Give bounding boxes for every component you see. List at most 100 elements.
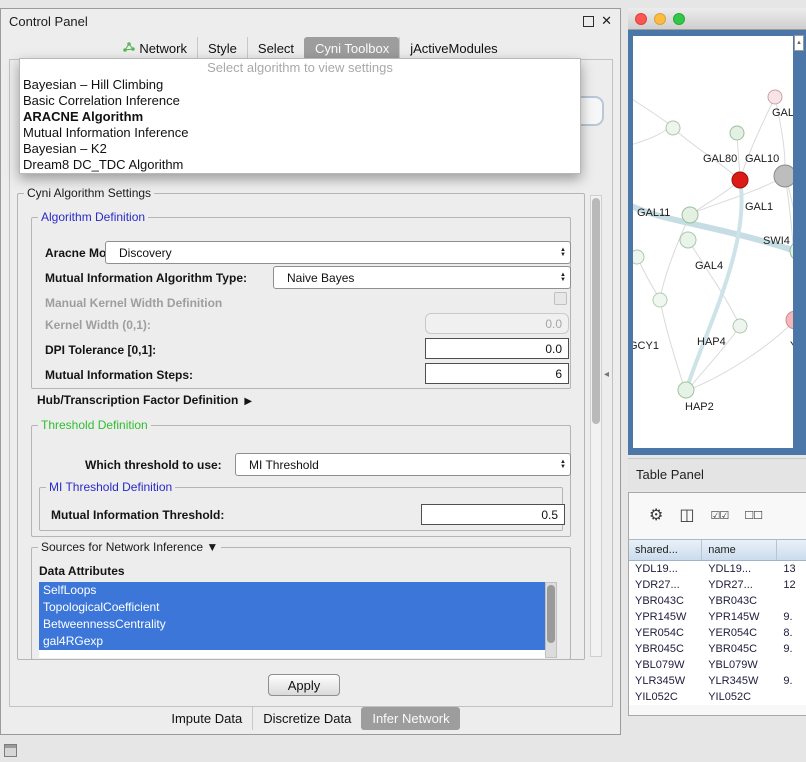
mi-algorithm-type-select[interactable]: Naive Bayes ▲▼ (273, 266, 571, 289)
network-node-red[interactable] (732, 172, 748, 188)
network-canvas[interactable]: GAL GAL80 GAL10 GAL11 GAL1 SWI4 GAL4 GCY… (633, 36, 793, 448)
algorithm-option[interactable]: Mutual Information Inference (20, 125, 580, 141)
node-label: GAL11 (637, 207, 670, 219)
float-window-icon[interactable] (583, 16, 594, 27)
network-node[interactable] (666, 121, 680, 135)
tab-jactivemodules[interactable]: jActiveModules (399, 37, 507, 60)
select-all-checkboxes-icon[interactable]: ☑☑ (710, 508, 728, 524)
bottom-tabbar: Impute Data Discretize Data Infer Networ… (1, 707, 620, 730)
zoom-traffic-light[interactable] (673, 13, 685, 25)
table-row[interactable]: YBL079W YBL079W (629, 657, 806, 673)
network-node[interactable] (768, 90, 782, 104)
mi-steps-field[interactable]: 6 (425, 363, 569, 384)
aracne-mode-select[interactable]: Discovery ▲▼ (105, 241, 571, 264)
column-header[interactable]: name (702, 540, 777, 560)
tab-cyni-toolbox[interactable]: Cyni Toolbox (304, 37, 399, 60)
node-label: SWI4 (763, 235, 790, 247)
combo-arrows-icon: ▲▼ (560, 273, 566, 283)
group-title: Threshold Definition (38, 418, 151, 432)
attribute-item[interactable]: SelfLoops (39, 582, 545, 599)
minimize-traffic-light[interactable] (654, 13, 666, 25)
control-panel-tabbar: Network Style Select Cyni Toolbox jActiv… (1, 37, 620, 60)
table-row[interactable]: YDR27... YDR27... 12 (629, 577, 806, 593)
algorithm-option[interactable]: Dream8 DC_TDC Algorithm (20, 157, 580, 173)
panel-splitter-arrow-icon[interactable]: ◂ (604, 369, 609, 380)
attribute-item[interactable]: gal4RGexp (39, 633, 545, 650)
attribute-item[interactable]: BetweennessCentrality (39, 616, 545, 633)
manual-kernel-width-checkbox[interactable] (554, 292, 567, 305)
group-title: Algorithm Definition (38, 210, 148, 224)
hub-definition-toggle[interactable]: Hub/Transcription Factor Definition▶ (37, 393, 252, 409)
tab-infer-network[interactable]: Infer Network (361, 707, 459, 730)
window-title: Control Panel (9, 14, 88, 29)
table-panel-window: ⚙ ◫ ☑☑ ☐☐ shared... name YDL19... YDL19.… (628, 492, 806, 716)
close-icon[interactable]: ✕ (601, 15, 612, 27)
network-node[interactable] (633, 250, 644, 264)
control-panel-titlebar: Control Panel ✕ (1, 9, 620, 33)
network-node[interactable] (653, 293, 667, 307)
table-panel-title: Table Panel (636, 467, 704, 482)
settings-scrollbar-thumb[interactable] (592, 198, 600, 424)
network-node[interactable] (682, 207, 698, 223)
network-window-titlebar (628, 8, 806, 30)
tab-network[interactable]: Network (113, 37, 197, 60)
table-row[interactable]: YBR045C YBR045C 9. (629, 641, 806, 657)
algorithm-option[interactable]: Bayesian – K2 (20, 141, 580, 157)
kernel-width-field[interactable]: 0.0 (425, 313, 569, 334)
algorithm-dropdown-popup: Select algorithm to view settings Bayesi… (19, 58, 581, 174)
node-label: GAL (772, 107, 793, 119)
clear-all-checkboxes-icon[interactable]: ☐☐ (744, 508, 762, 524)
tab-select[interactable]: Select (247, 37, 304, 60)
apply-button[interactable]: Apply (268, 674, 340, 696)
table-row[interactable]: YIL052C YIL052C (629, 689, 806, 705)
network-node[interactable] (730, 126, 744, 140)
table-body[interactable]: YDL19... YDL19... 13 YDR27... YDR27... 1… (629, 561, 806, 705)
control-panel-window: Control Panel ✕ Network Style Select Cyn… (0, 8, 621, 735)
mi-algorithm-type-label: Mutual Information Algorithm Type: (45, 271, 247, 285)
close-traffic-light[interactable] (635, 13, 647, 25)
which-threshold-label: Which threshold to use: (85, 458, 222, 472)
mi-threshold-field[interactable]: 0.5 (421, 504, 565, 525)
network-node[interactable] (790, 241, 793, 261)
network-scrollbar[interactable]: ▲ (794, 35, 804, 51)
node-label: GAL1 (745, 201, 773, 213)
node-label: GAL10 (745, 153, 779, 165)
algorithm-option[interactable]: Basic Correlation Inference (20, 93, 580, 109)
attribute-item[interactable]: TopologicalCoefficient (39, 599, 545, 616)
table-row[interactable]: YLR345W YLR345W 9. (629, 673, 806, 689)
node-label: HAP4 (697, 336, 726, 348)
columns-icon[interactable]: ◫ (679, 508, 694, 524)
network-node-pink[interactable] (786, 311, 793, 329)
algorithm-option-selected[interactable]: ARACNE Algorithm (20, 109, 580, 125)
table-row[interactable]: YBR043C YBR043C (629, 593, 806, 609)
network-node[interactable] (680, 232, 696, 248)
window-controls: ✕ (583, 15, 612, 27)
tab-style[interactable]: Style (197, 37, 247, 60)
dock-window-icon[interactable] (4, 744, 17, 757)
network-node[interactable] (678, 382, 694, 398)
node-label: Y (790, 340, 793, 352)
network-node[interactable] (774, 165, 793, 187)
settings-scrollbar[interactable] (590, 195, 602, 657)
network-node-labels: GAL GAL80 GAL10 GAL11 GAL1 SWI4 GAL4 GCY… (633, 107, 793, 413)
which-threshold-select[interactable]: MI Threshold ▲▼ (235, 453, 571, 476)
attributes-scrollbar-thumb[interactable] (547, 585, 555, 643)
tab-impute-data[interactable]: Impute Data (161, 707, 252, 730)
tab-discretize-data[interactable]: Discretize Data (252, 707, 361, 730)
column-header[interactable]: shared... (629, 540, 702, 560)
table-toolbar: ⚙ ◫ ☑☑ ☐☐ (629, 493, 806, 539)
table-row[interactable]: YER054C YER054C 8. (629, 625, 806, 641)
data-attributes-list[interactable]: SelfLoops TopologicalCoefficient Between… (39, 582, 557, 658)
network-graph[interactable]: GAL GAL80 GAL10 GAL11 GAL1 SWI4 GAL4 GCY… (633, 36, 793, 448)
attributes-scrollbar[interactable] (545, 582, 557, 658)
combo-arrows-icon: ▲▼ (560, 248, 566, 258)
sources-toggle[interactable]: Sources for Network Inference ▼ (38, 540, 221, 554)
gear-icon[interactable]: ⚙ (649, 508, 663, 524)
table-row[interactable]: YDL19... YDL19... 13 (629, 561, 806, 577)
network-node[interactable] (733, 319, 747, 333)
algorithm-option[interactable]: Bayesian – Hill Climbing (20, 77, 580, 93)
dpi-tolerance-field[interactable]: 0.0 (425, 338, 569, 359)
column-header[interactable] (777, 540, 806, 560)
algorithm-combobox[interactable] (578, 96, 604, 126)
table-row[interactable]: YPR145W YPR145W 9. (629, 609, 806, 625)
